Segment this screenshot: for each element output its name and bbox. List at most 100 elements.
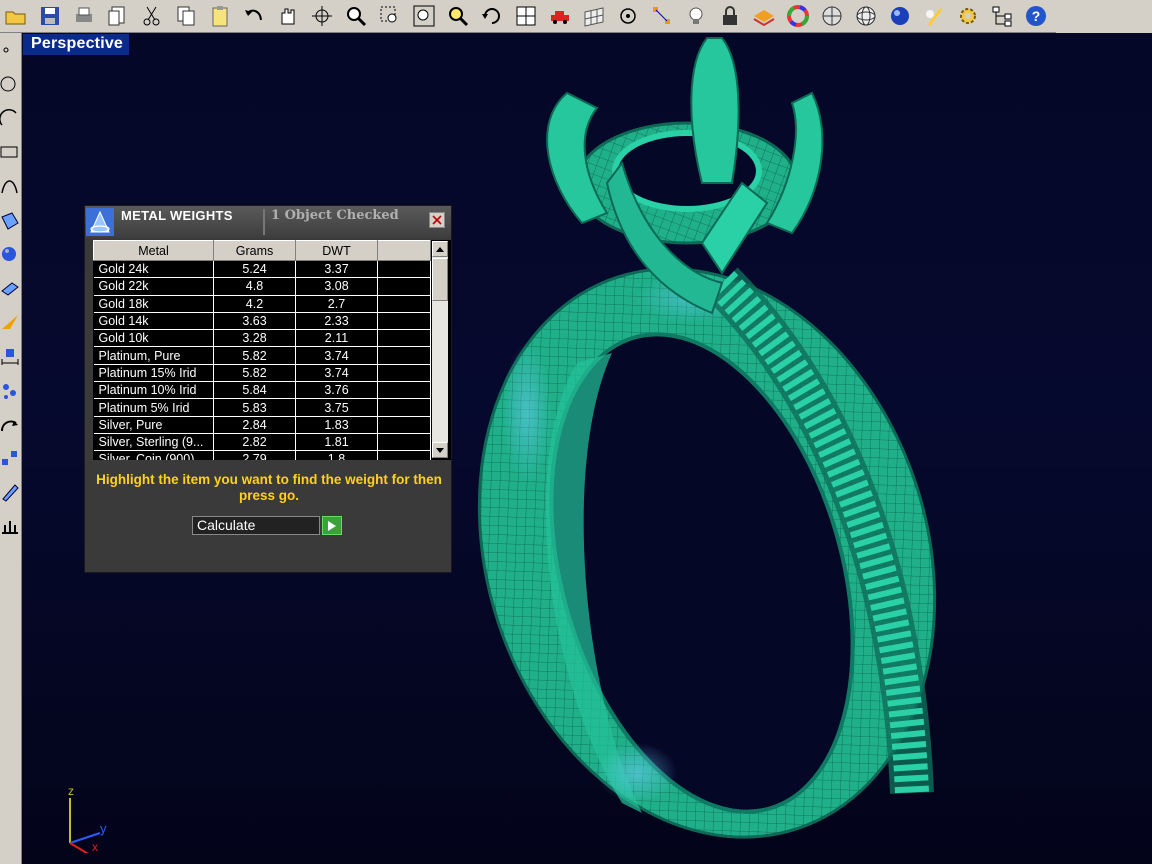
wireframe-sphere-button[interactable] <box>852 2 880 30</box>
copy-button[interactable] <box>172 2 200 30</box>
metal-row[interactable]: Gold 22k 4.8 3.08 <box>93 277 431 296</box>
metal-row[interactable]: Silver, Pure 2.84 1.83 <box>93 416 431 434</box>
grams-cell[interactable]: 2.82 <box>213 433 296 452</box>
transform-tool-button[interactable] <box>0 407 22 441</box>
metal-row[interactable]: Platinum 15% Irid 5.82 3.74 <box>93 364 431 383</box>
grams-cell[interactable]: 3.28 <box>213 329 296 348</box>
grams-cell[interactable]: 4.2 <box>213 295 296 313</box>
copy-document-button[interactable] <box>104 2 132 30</box>
dwt-cell[interactable]: 3.37 <box>295 260 378 279</box>
metal-row[interactable]: Silver, Coin (900) 2.79 1.8 <box>93 450 431 460</box>
analyze-tool-button[interactable] <box>0 509 22 543</box>
calculate-dropdown[interactable]: Calculate <box>192 516 320 535</box>
metal-row[interactable]: Platinum 5% Irid 5.83 3.75 <box>93 398 431 417</box>
pan-hand-button[interactable] <box>274 2 302 30</box>
grams-cell[interactable]: 5.84 <box>213 381 296 400</box>
close-button[interactable] <box>429 212 445 228</box>
dwt-cell[interactable]: 3.74 <box>295 346 378 365</box>
metal-row[interactable]: Platinum, Pure 5.82 3.74 <box>93 346 431 365</box>
settings-gear-button[interactable] <box>954 2 982 30</box>
dwt-cell[interactable]: 3.76 <box>295 381 378 400</box>
cut-button[interactable] <box>138 2 166 30</box>
zoom-button[interactable] <box>342 2 370 30</box>
rotate-view-button[interactable] <box>308 2 336 30</box>
highlight-button[interactable] <box>920 2 948 30</box>
metal-name-cell[interactable]: Silver, Sterling (9... <box>93 433 214 452</box>
open-folder-button[interactable] <box>2 2 30 30</box>
surface-tool-button[interactable] <box>0 203 22 237</box>
zoom-extents-button[interactable] <box>410 2 438 30</box>
metal-name-cell[interactable]: Platinum 10% Irid <box>93 381 214 400</box>
grams-cell[interactable]: 2.84 <box>213 416 296 434</box>
metal-name-cell[interactable]: Gold 24k <box>93 260 214 279</box>
dwt-cell[interactable]: 3.08 <box>295 277 378 296</box>
metal-row[interactable]: Gold 10k 3.28 2.11 <box>93 329 431 348</box>
print-button[interactable] <box>70 2 98 30</box>
viewport-title[interactable]: Perspective <box>23 34 130 55</box>
rectangle-tool-button[interactable] <box>0 135 22 169</box>
help-button[interactable]: ? <box>1022 2 1050 30</box>
metal-name-cell[interactable]: Platinum 5% Irid <box>93 398 214 417</box>
solid-tool-button[interactable] <box>0 373 22 407</box>
grams-cell[interactable]: 5.82 <box>213 346 296 365</box>
wedge-tool-button[interactable] <box>0 305 22 339</box>
lock-button[interactable] <box>716 2 744 30</box>
metal-name-cell[interactable]: Silver, Coin (900) <box>93 450 214 460</box>
four-viewports-button[interactable] <box>512 2 540 30</box>
rotate-button[interactable] <box>478 2 506 30</box>
metal-name-cell[interactable]: Gold 22k <box>93 277 214 296</box>
dwt-cell[interactable]: 2.11 <box>295 329 378 348</box>
metal-row[interactable]: Gold 18k 4.2 2.7 <box>93 295 431 313</box>
edit-tool-button[interactable] <box>0 475 22 509</box>
zoom-window-button[interactable] <box>376 2 404 30</box>
dwt-cell[interactable]: 1.81 <box>295 433 378 452</box>
structure-button[interactable] <box>988 2 1016 30</box>
metal-name-cell[interactable]: Platinum 15% Irid <box>93 364 214 383</box>
circle-tool-button[interactable] <box>0 67 22 101</box>
dimension-tool-button[interactable] <box>0 339 22 373</box>
scroll-down-button[interactable] <box>432 442 448 458</box>
grams-cell[interactable]: 3.63 <box>213 312 296 331</box>
scroll-up-button[interactable] <box>432 241 448 257</box>
column-header-dwt[interactable]: DWT <box>295 240 378 261</box>
dwt-cell[interactable]: 3.75 <box>295 398 378 417</box>
dwt-cell[interactable]: 1.83 <box>295 416 378 434</box>
table-scrollbar[interactable] <box>432 241 448 458</box>
grams-cell[interactable]: 5.83 <box>213 398 296 417</box>
point-tool-button[interactable] <box>0 33 22 67</box>
dwt-cell[interactable]: 2.7 <box>295 295 378 313</box>
metal-name-cell[interactable]: Gold 14k <box>93 312 214 331</box>
panel-header[interactable]: METAL WEIGHTS 1 Object Checked <box>85 206 451 238</box>
grams-cell[interactable]: 4.8 <box>213 277 296 296</box>
points-button[interactable] <box>648 2 676 30</box>
metal-name-cell[interactable]: Silver, Pure <box>93 416 214 434</box>
osnap-button[interactable] <box>614 2 642 30</box>
car-button[interactable] <box>546 2 574 30</box>
arc-tool-button[interactable] <box>0 101 22 135</box>
light-button[interactable] <box>682 2 710 30</box>
grams-cell[interactable]: 5.82 <box>213 364 296 383</box>
dwt-cell[interactable]: 1.8 <box>295 450 378 460</box>
metal-row[interactable]: Silver, Sterling (9... 2.82 1.81 <box>93 433 431 452</box>
grams-cell[interactable]: 2.79 <box>213 450 296 460</box>
metal-row[interactable]: Gold 14k 3.63 2.33 <box>93 312 431 331</box>
shade-button[interactable] <box>818 2 846 30</box>
column-header-grams[interactable]: Grams <box>213 240 296 261</box>
dwt-cell[interactable]: 3.74 <box>295 364 378 383</box>
metal-table-container[interactable]: Metal Grams DWT Gold 24k 5.24 3.37 Gold 22k… <box>93 240 451 460</box>
scroll-thumb[interactable] <box>432 258 448 301</box>
metal-name-cell[interactable]: Platinum, Pure <box>93 346 214 365</box>
metal-row[interactable]: Gold 24k 5.24 3.37 <box>93 260 431 279</box>
zoom-selected-button[interactable] <box>444 2 472 30</box>
render-sphere-button[interactable] <box>886 2 914 30</box>
go-button[interactable] <box>322 516 342 535</box>
array-tool-button[interactable] <box>0 441 22 475</box>
undo-button[interactable] <box>240 2 268 30</box>
column-header-metal[interactable]: Metal <box>93 240 214 261</box>
paste-button[interactable] <box>206 2 234 30</box>
metal-row[interactable]: Platinum 10% Irid 5.84 3.76 <box>93 381 431 400</box>
save-button[interactable] <box>36 2 64 30</box>
metal-name-cell[interactable]: Gold 18k <box>93 295 214 313</box>
grid-button[interactable] <box>580 2 608 30</box>
layer-button[interactable] <box>750 2 778 30</box>
